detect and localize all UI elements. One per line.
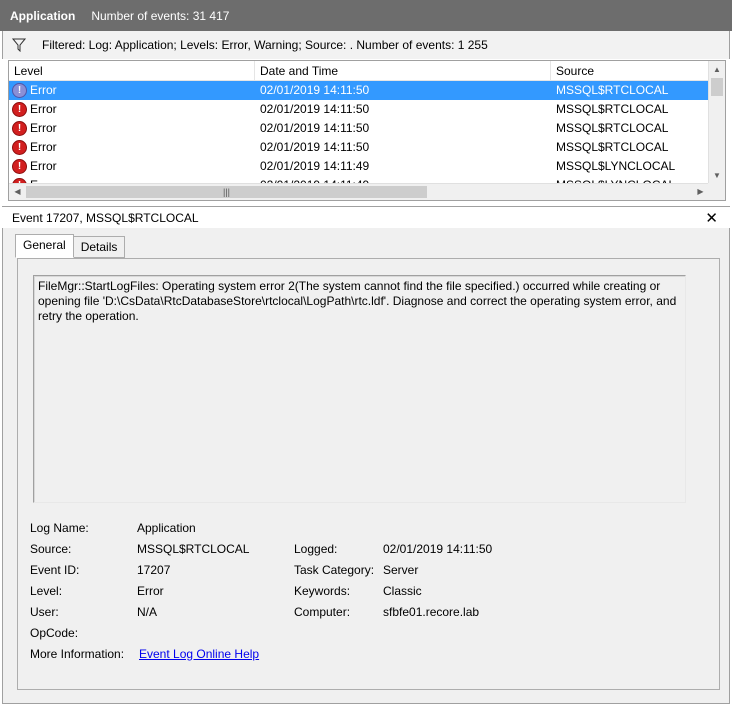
general-tab-panel: FileMgr::StartLogFiles: Operating system… xyxy=(17,258,720,690)
event-count: Number of events: 31 417 xyxy=(91,8,230,23)
event-log-online-help-link[interactable]: Event Log Online Help xyxy=(139,647,259,661)
keywords-label: Keywords: xyxy=(294,583,351,598)
table-row[interactable]: ! Error 02/01/2019 14:11:50 MSSQL$RTCLOCA… xyxy=(9,81,709,100)
logged-label: Logged: xyxy=(294,541,338,556)
row-datetime: 02/01/2019 14:11:50 xyxy=(260,140,370,154)
title-bar: Application Number of events: 31 417 xyxy=(0,0,732,31)
row-source: MSSQL$RTCLOCAL xyxy=(556,83,669,97)
vertical-scrollbar[interactable]: ▲ ▼ xyxy=(708,61,725,184)
column-header-level[interactable]: Level xyxy=(9,61,255,81)
close-icon[interactable]: ✕ xyxy=(705,209,718,227)
row-level: Error xyxy=(30,159,57,173)
filter-summary: Filtered: Log: Application; Levels: Erro… xyxy=(42,38,488,52)
column-header-date-time[interactable]: Date and Time xyxy=(255,61,551,81)
event-detail-pane: General Details FileMgr::StartLogFiles: … xyxy=(2,228,730,704)
opcode-label: OpCode: xyxy=(30,625,79,640)
row-level: Error xyxy=(30,121,57,135)
error-icon: ! xyxy=(12,159,27,174)
source-value: MSSQL$RTCLOCAL xyxy=(137,541,250,556)
event-list[interactable]: Level Date and Time Source ! Error 02/01/… xyxy=(8,60,726,201)
computer-value: sfbfe01.recore.lab xyxy=(383,604,480,619)
more-information-label: More Information: xyxy=(30,646,125,661)
user-label: User: xyxy=(30,604,59,619)
error-icon: ! xyxy=(12,102,27,117)
error-icon: ! xyxy=(12,83,27,98)
event-description[interactable]: FileMgr::StartLogFiles: Operating system… xyxy=(33,275,686,503)
tab-details[interactable]: Details xyxy=(72,236,126,258)
level-value: Error xyxy=(137,583,164,598)
detail-tabs: General Details xyxy=(15,234,126,258)
row-source: MSSQL$RTCLOCAL xyxy=(556,121,669,135)
scroll-right-icon[interactable]: ▶ xyxy=(692,184,709,200)
task-category-label: Task Category: xyxy=(294,562,375,577)
keywords-value: Classic xyxy=(383,583,422,598)
row-datetime: 02/01/2019 14:11:50 xyxy=(260,121,370,135)
column-header-row: Level Date and Time Source xyxy=(9,61,709,81)
error-icon: ! xyxy=(12,140,27,155)
row-source: MSSQL$RTCLOCAL xyxy=(556,140,669,154)
level-label: Level: xyxy=(30,583,63,598)
scroll-left-icon[interactable]: ◀ xyxy=(9,184,26,200)
scrollbar-corner xyxy=(708,183,725,200)
computer-label: Computer: xyxy=(294,604,351,619)
horizontal-scrollbar[interactable]: ◀ ||| ▶ xyxy=(9,183,709,200)
table-row[interactable]: ! Error 02/01/2019 14:11:50 MSSQL$RTCLOCA… xyxy=(9,138,709,157)
event-id-value: 17207 xyxy=(137,562,171,577)
table-row[interactable]: ! Error 02/01/2019 14:11:49 MSSQL$LYNCLOC… xyxy=(9,157,709,176)
table-row[interactable]: ! Error 02/01/2019 14:11:50 MSSQL$RTCLOCA… xyxy=(9,100,709,119)
logged-value: 02/01/2019 14:11:50 xyxy=(383,541,493,556)
row-datetime: 02/01/2019 14:11:49 xyxy=(260,159,370,173)
row-source: MSSQL$RTCLOCAL xyxy=(556,102,669,116)
scroll-up-icon[interactable]: ▲ xyxy=(709,61,725,78)
error-icon: ! xyxy=(12,121,27,136)
event-properties: Log Name: Application Source: MSSQL$RTCL… xyxy=(30,517,492,664)
event-id-label: Event ID: xyxy=(30,562,80,577)
column-header-source[interactable]: Source xyxy=(551,61,709,81)
event-rows: ! Error 02/01/2019 14:11:50 MSSQL$RTCLOCA… xyxy=(9,81,709,184)
row-level: Error xyxy=(30,102,57,116)
table-row[interactable]: ! Error 02/01/2019 14:11:50 MSSQL$RTCLOCA… xyxy=(9,119,709,138)
horizontal-scroll-thumb[interactable]: ||| xyxy=(26,186,427,198)
row-level: Error xyxy=(30,140,57,154)
user-value: N/A xyxy=(137,604,158,619)
log-name-value: Application xyxy=(137,520,196,535)
tab-general[interactable]: General xyxy=(15,234,74,258)
source-label: Source: xyxy=(30,541,72,556)
row-source: MSSQL$LYNCLOCAL xyxy=(556,159,676,173)
event-detail-title: Event 17207, MSSQL$RTCLOCAL xyxy=(12,210,199,225)
row-datetime: 02/01/2019 14:11:50 xyxy=(260,83,370,97)
filter-icon xyxy=(11,37,27,53)
row-datetime: 02/01/2019 14:11:50 xyxy=(260,102,370,116)
filter-bar: Filtered: Log: Application; Levels: Erro… xyxy=(2,31,730,59)
event-detail-header: Event 17207, MSSQL$RTCLOCAL ✕ xyxy=(2,206,730,228)
log-name-label: Log Name: xyxy=(30,520,89,535)
vertical-scroll-thumb[interactable] xyxy=(711,78,723,96)
row-level: Error xyxy=(30,83,57,97)
log-name-title: Application xyxy=(10,8,76,23)
scroll-down-icon[interactable]: ▼ xyxy=(709,167,725,184)
task-category-value: Server xyxy=(383,562,419,577)
